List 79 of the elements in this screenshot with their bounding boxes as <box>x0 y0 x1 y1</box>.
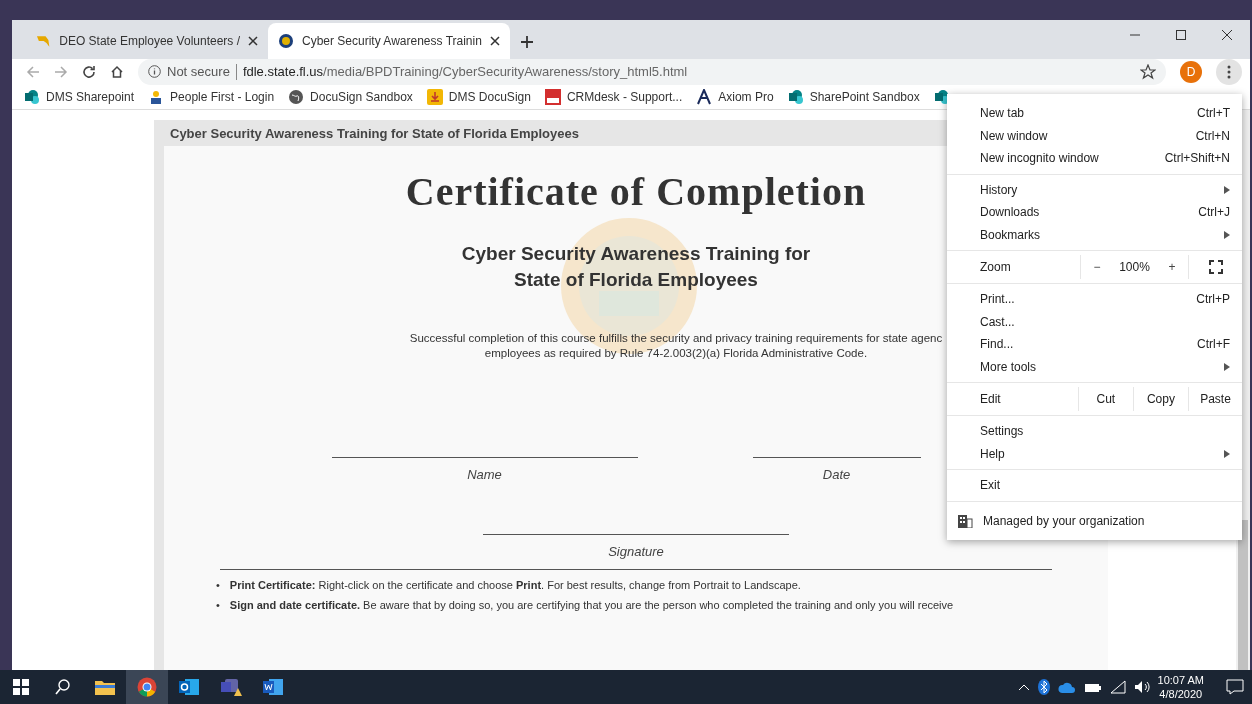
instruction-text: Sign and date certificate. Be aware that by doing so, you are certifying that you are the person who completed the training and only you will receive <box>229 598 954 612</box>
field-label: Date <box>822 467 851 482</box>
bookmark[interactable]: People First - Login <box>148 88 275 105</box>
bookmark[interactable]: CRMdesk - Support... <box>544 88 683 105</box>
instruction-text: Print Certificate: Right-click on the certificate and choose Print. For best results, change from Portrait to Landscape. <box>229 578 801 592</box>
speaker-icon[interactable] <box>1133 680 1150 694</box>
submenu-arrow-icon <box>1224 230 1230 239</box>
url-text: fdle.state.fl.us/media/BPDTraining/CyberSecurityAwareness/story_html5.html <box>242 64 688 80</box>
home-icon[interactable] <box>110 64 124 79</box>
clock-time: 10:07 AM <box>1157 673 1204 687</box>
globe-icon <box>288 88 305 105</box>
bookmark[interactable]: DMS DocuSign <box>426 88 531 105</box>
edit-label: Edit <box>979 391 1002 408</box>
zoom-label: Zoom <box>979 259 1012 276</box>
submenu-arrow-icon <box>1224 362 1230 371</box>
tab-title: Cyber Security Awareness Trainin <box>302 33 482 48</box>
notification-icon[interactable] <box>1226 679 1244 695</box>
cloud-icon[interactable] <box>1057 681 1076 693</box>
scrollbar-thumb[interactable] <box>1238 520 1248 670</box>
sharepoint-icon <box>24 88 40 105</box>
seal-icon <box>278 32 294 49</box>
address-bar[interactable]: Not secure fdle.state.fl.us/media/BPDTraining/CyberSecurityAwareness/story_html5.html <box>138 58 1166 85</box>
bluetooth-icon[interactable] <box>1037 679 1050 695</box>
menu-item[interactable]: Settings <box>947 420 1242 443</box>
tab-title: DEO State Employee Volunteers / <box>59 33 240 48</box>
bookmark[interactable] <box>933 88 950 105</box>
menu-item[interactable]: New incognito window Ctrl+Shift+N <box>947 147 1242 170</box>
wifi-icon[interactable] <box>1109 680 1126 694</box>
zoom-value: 100% <box>1119 260 1150 274</box>
menu-item[interactable]: Cast... <box>947 310 1242 333</box>
menu-item[interactable]: History <box>947 178 1242 201</box>
zoom-in-button[interactable]: + <box>1162 259 1182 275</box>
bookmark[interactable]: Axiom Pro <box>696 88 774 105</box>
clock-date: 4/8/2020 <box>1159 687 1203 701</box>
bookmark[interactable]: SharePoint Sandbox <box>787 88 920 105</box>
star-icon[interactable] <box>1140 63 1156 80</box>
menu-item[interactable]: Bookmarks <box>947 223 1242 246</box>
bookmark[interactable]: DMS Sharepoint <box>24 88 135 105</box>
sharepoint-icon <box>933 88 950 105</box>
zoom-out-button[interactable]: − <box>1087 259 1107 275</box>
bullet-marker: • <box>216 598 220 612</box>
battery-icon[interactable] <box>1083 681 1102 693</box>
submenu-arrow-icon <box>1224 449 1230 458</box>
managed-notice[interactable]: Managed by your organization <box>947 501 1242 540</box>
menu-item[interactable]: Exit <box>947 474 1242 497</box>
submenu-arrow-icon <box>1224 185 1230 194</box>
edit-action[interactable]: Cut <box>1077 387 1133 411</box>
menu-item[interactable]: More tools <box>947 355 1242 378</box>
info-icon <box>148 65 161 79</box>
course-name: Cyber Security Awareness Training for State of Florida Employees <box>461 242 811 292</box>
download-icon <box>426 88 443 105</box>
close-icon[interactable] <box>248 35 258 46</box>
completion-statement: Successful completion of this course fulfills the security and privacy training requirements for state agenc employees as required by Rule 74-2.003(2)(a) Florida Administrative Code. <box>409 331 943 361</box>
menu-item[interactable]: New window Ctrl+N <box>947 124 1242 147</box>
menu-item[interactable]: Downloads Ctrl+J <box>947 201 1242 224</box>
menu-item[interactable]: Print... Ctrl+P <box>947 288 1242 311</box>
bookmark[interactable]: DocuSign Sandbox <box>288 88 413 105</box>
menu-item[interactable]: Help <box>947 442 1242 465</box>
sharepoint-icon <box>787 88 804 105</box>
chevron-up-icon[interactable] <box>1017 683 1030 691</box>
edit-action[interactable]: Copy <box>1132 387 1188 411</box>
building-icon <box>957 513 973 528</box>
close-icon[interactable] <box>490 35 500 46</box>
security-label: Not secure <box>167 64 230 80</box>
menu-item[interactable]: Find... Ctrl+F <box>947 333 1242 356</box>
browser-tab[interactable]: Cyber Security Awareness Trainin <box>268 22 510 59</box>
field-label: Signature <box>608 544 664 559</box>
browser-tab[interactable]: DEO State Employee Volunteers / <box>26 22 268 59</box>
certificate-title: Certificate of Completion <box>405 168 867 215</box>
bullet-marker: • <box>216 578 220 592</box>
new-tab-icon[interactable] <box>520 34 534 49</box>
chrome-icon[interactable] <box>126 670 168 704</box>
axiom-icon <box>696 88 713 105</box>
crm-icon <box>544 88 561 105</box>
menu-item[interactable]: New tab Ctrl+T <box>947 102 1242 125</box>
reload-icon[interactable] <box>82 64 96 79</box>
edit-action[interactable]: Paste <box>1187 387 1242 411</box>
field-label: Name <box>467 467 502 482</box>
course-header: Cyber Security Awareness Training for State of Florida Employees <box>169 124 579 143</box>
